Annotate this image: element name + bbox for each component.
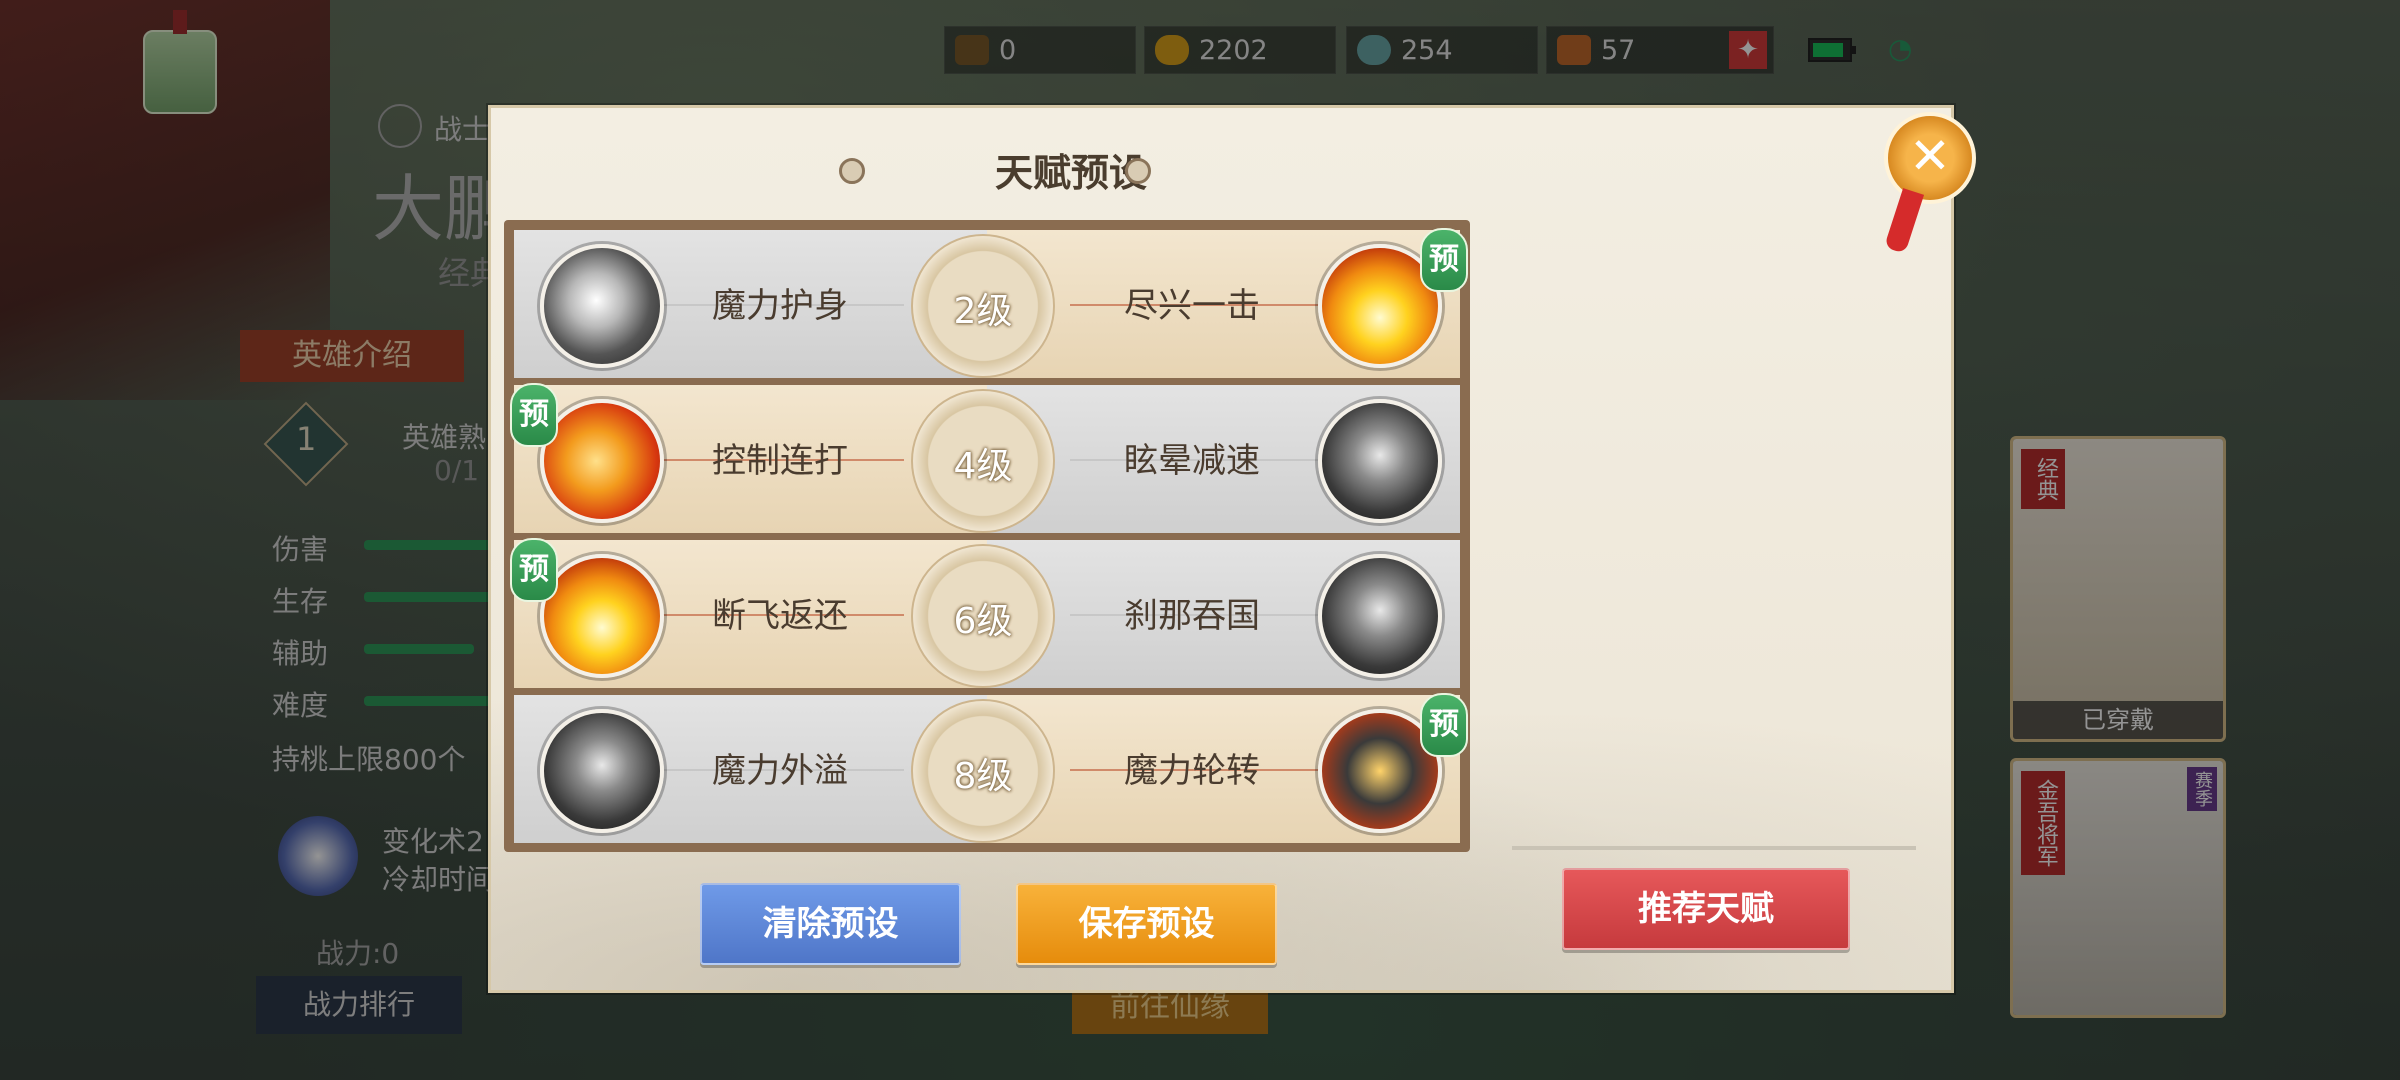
level-label: 4级: [953, 446, 1013, 487]
preset-tag: 预: [510, 538, 558, 602]
recommend-talent-button[interactable]: 推荐天赋: [1562, 868, 1850, 950]
preset-tag: 预: [1420, 693, 1468, 757]
preset-tag: 预: [1420, 228, 1468, 292]
talent-icon-right: [1318, 554, 1442, 678]
talent-row-level-2: 魔力护身 2级 尽兴一击 预: [514, 228, 1468, 378]
level-label: 6级: [953, 601, 1013, 642]
talent-icon-left: [540, 709, 664, 833]
talent-name-left: 魔力护身: [712, 286, 848, 326]
talent-icon-left: [540, 399, 664, 523]
talent-row-level-4: 控制连打 4级 眩晕减速 预: [510, 383, 1460, 533]
talent-icon-left: [540, 244, 664, 368]
level-label: 2级: [953, 291, 1013, 332]
talent-icon-right: [1318, 399, 1442, 523]
talent-row-level-6: 断飞返还 6级 刹那吞国 预: [510, 538, 1460, 688]
clear-preset-button[interactable]: 清除预设: [700, 883, 961, 965]
level-medal: 2级: [911, 234, 1055, 378]
level-medal: 8级: [911, 699, 1055, 843]
recommend-divider: [1512, 846, 1916, 850]
save-preset-button[interactable]: 保存预设: [1016, 883, 1277, 965]
title-ornament-right: [1125, 158, 1151, 184]
title-ornament-left: [839, 158, 865, 184]
talent-name-right: 刹那吞国: [1124, 596, 1260, 636]
close-button[interactable]: ✕: [1884, 112, 1976, 204]
level-label: 8级: [953, 756, 1013, 797]
level-medal: 4级: [911, 389, 1055, 533]
talent-name-right: 尽兴一击: [1124, 286, 1260, 326]
talent-name-left: 魔力外溢: [712, 751, 848, 791]
level-medal: 6级: [911, 544, 1055, 688]
talent-icon-left: [540, 554, 664, 678]
preset-tag: 预: [510, 383, 558, 447]
close-icon: ✕: [1909, 127, 1951, 185]
talent-name-right: 眩晕减速: [1124, 441, 1260, 481]
dialog-title: 天赋预设: [994, 151, 1147, 195]
talent-name-left: 断飞返还: [712, 596, 848, 636]
talent-name-left: 控制连打: [712, 441, 848, 481]
talent-row-level-8: 魔力外溢 8级 魔力轮转 预: [514, 693, 1468, 843]
talent-name-right: 魔力轮转: [1124, 751, 1260, 791]
